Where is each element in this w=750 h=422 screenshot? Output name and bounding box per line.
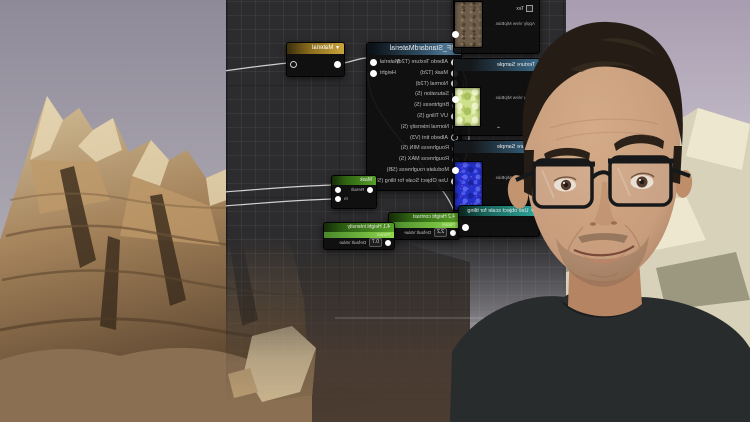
pin[interactable] — [335, 196, 341, 202]
wire-reroute — [226, 63, 288, 71]
reroute-output-pin[interactable] — [290, 61, 297, 68]
node-param-height-intensity[interactable]: 4.1 Height intensity Param 0.7 Default V… — [323, 222, 395, 250]
chevron-down-icon[interactable]: ▼ — [335, 45, 340, 51]
node-title: MF_StandardMaterial — [367, 43, 461, 55]
node-title: 4.2 Height contrast — [389, 213, 459, 222]
presenter-photo — [450, 0, 750, 422]
nostril-left — [590, 222, 596, 226]
output-pin-height[interactable] — [370, 70, 377, 77]
node-material-reroute[interactable]: ▼ Material — [286, 42, 345, 77]
node-title: Mask — [332, 176, 376, 185]
wire-material-out — [343, 58, 368, 63]
wire-mask-b — [226, 199, 333, 206]
node-title: 4.1 Height intensity — [324, 223, 394, 232]
reroute-input-pin[interactable] — [334, 61, 341, 68]
pin[interactable] — [335, 187, 341, 193]
node-mf-standard-material[interactable]: MF_StandardMaterial Albedo Texture (T2d)… — [366, 42, 462, 191]
course-thumbnail: { "scene": { "left_visual": "3D rendered… — [0, 0, 750, 422]
output-pin-material[interactable] — [370, 59, 377, 66]
node-title: ▼ Material — [287, 43, 344, 54]
pin[interactable] — [367, 187, 373, 193]
node-mask[interactable]: Mask Result In — [331, 175, 377, 209]
wire-mask-a — [226, 185, 333, 192]
nostril-right — [611, 221, 617, 225]
default-value-pin[interactable] — [385, 240, 391, 246]
